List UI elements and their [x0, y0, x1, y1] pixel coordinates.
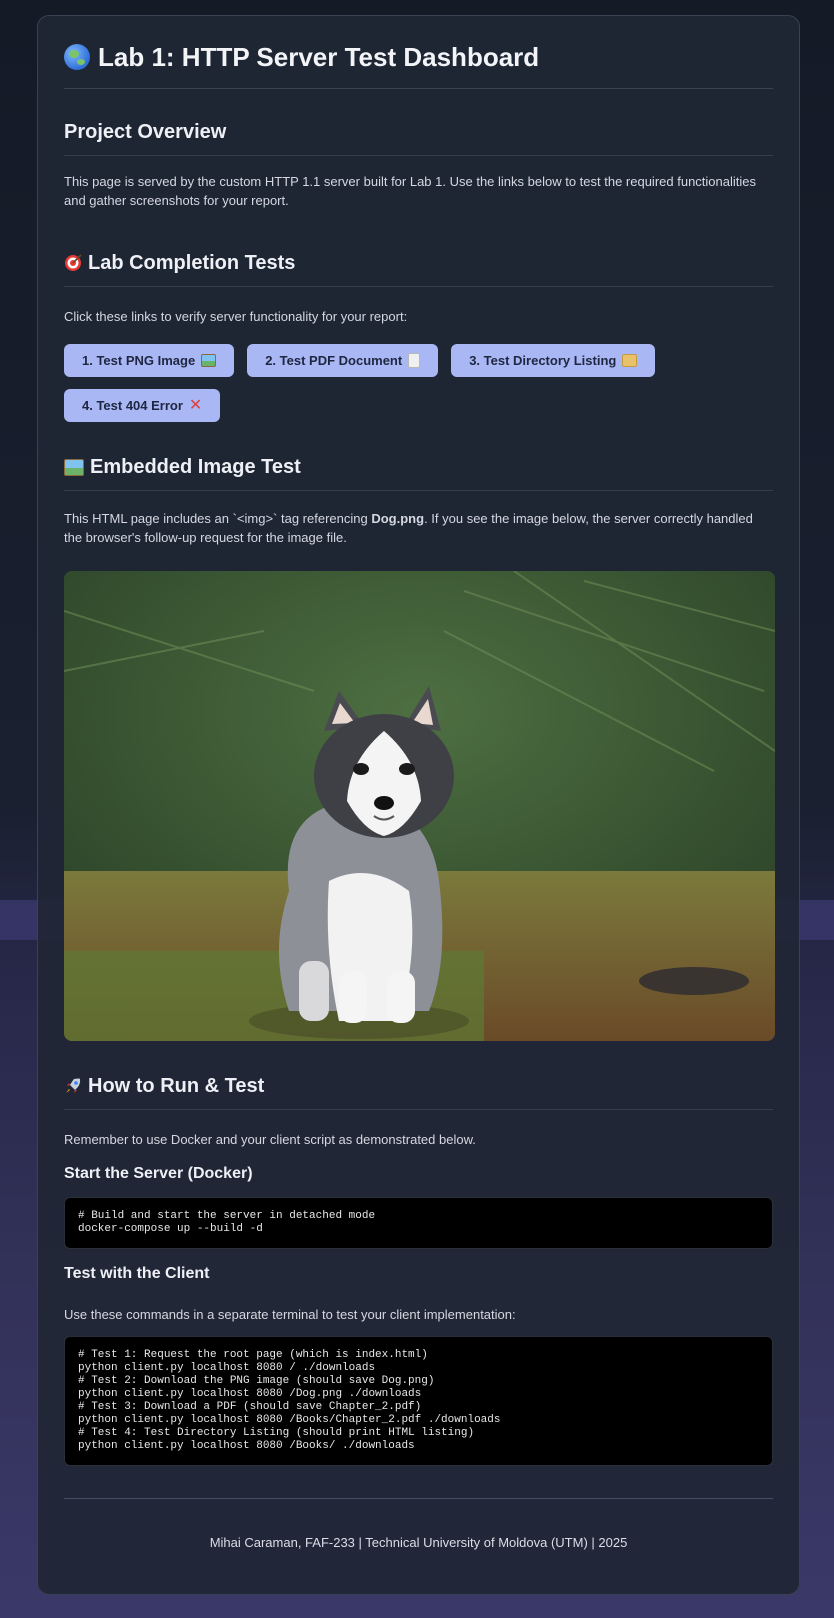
x-icon: ✕ — [188, 397, 203, 414]
dog-illustration — [64, 571, 775, 1041]
folder-icon — [622, 354, 638, 367]
code-line: python client.py localhost 8080 /Books/ … — [78, 1440, 415, 1452]
run-heading: How to Run & Test — [64, 1073, 773, 1110]
client-intro: Use these commands in a separate termina… — [64, 1307, 516, 1322]
test-png-button[interactable]: 1. Test PNG Image — [64, 344, 235, 377]
test-buttons: 1. Test PNG Image 2. Test PDF Document 3… — [64, 344, 684, 422]
overview-section: Project Overview This page is served by … — [64, 119, 773, 210]
tests-intro: Click these links to verify server funct… — [64, 309, 408, 324]
page-title-text: Lab 1: HTTP Server Test Dashboard — [98, 42, 540, 72]
rocket-icon — [66, 1078, 81, 1093]
image-filename: Dog.png — [371, 511, 425, 526]
page-title: Lab 1: HTTP Server Test Dashboard — [64, 40, 773, 89]
target-icon — [65, 254, 82, 271]
image-icon — [201, 354, 217, 367]
code-line: python client.py localhost 8080 / ./down… — [78, 1362, 376, 1374]
footer: Mihai Caraman, FAF-233 | Technical Unive… — [209, 1535, 628, 1550]
overview-text: This page is served by the custom HTTP 1… — [64, 174, 756, 208]
code-line: python client.py localhost 8080 /Dog.png… — [78, 1388, 422, 1400]
code-line: # Test 4: Test Directory Listing (should… — [78, 1427, 475, 1439]
document-icon — [408, 353, 421, 368]
client-code-block[interactable]: # Test 1: Request the root page (which i… — [64, 1336, 773, 1466]
globe-icon — [64, 44, 90, 70]
client-heading: Test with the Client — [64, 1265, 210, 1282]
test-pdf-button[interactable]: 2. Test PDF Document — [247, 344, 439, 377]
overview-heading: Project Overview — [64, 119, 773, 156]
code-line: # Test 1: Request the root page (which i… — [78, 1349, 428, 1361]
dog-image — [64, 571, 775, 1041]
tests-section: Lab Completion Tests Click these links t… — [64, 250, 773, 422]
server-heading: Start the Server (Docker) — [64, 1165, 253, 1182]
test-directory-button[interactable]: 3. Test Directory Listing — [451, 344, 656, 377]
test-404-button[interactable]: 4. Test 404 Error ✕ — [64, 389, 221, 422]
embed-text: This HTML page includes an `<img>` tag r… — [64, 511, 753, 545]
image-icon — [64, 458, 84, 476]
dashboard-card: Lab 1: HTTP Server Test Dashboard Projec… — [37, 15, 800, 1595]
code-line: # Test 2: Download the PNG image (should… — [78, 1375, 435, 1387]
code-line: python client.py localhost 8080 /Books/C… — [78, 1414, 501, 1426]
code-line: docker-compose up --build -d — [78, 1223, 263, 1235]
embed-section: Embedded Image Test This HTML page inclu… — [64, 454, 775, 1041]
code-line: # Build and start the server in detached… — [78, 1210, 376, 1222]
run-intro: Remember to use Docker and your client s… — [64, 1132, 476, 1147]
server-code-block[interactable]: # Build and start the server in detached… — [64, 1197, 773, 1249]
tests-heading: Lab Completion Tests — [64, 250, 773, 287]
code-line: # Test 3: Download a PDF (should save Ch… — [78, 1401, 422, 1413]
footer-divider — [64, 1498, 773, 1499]
embed-heading: Embedded Image Test — [64, 454, 773, 491]
run-section: How to Run & Test Remember to use Docker… — [64, 1073, 773, 1466]
